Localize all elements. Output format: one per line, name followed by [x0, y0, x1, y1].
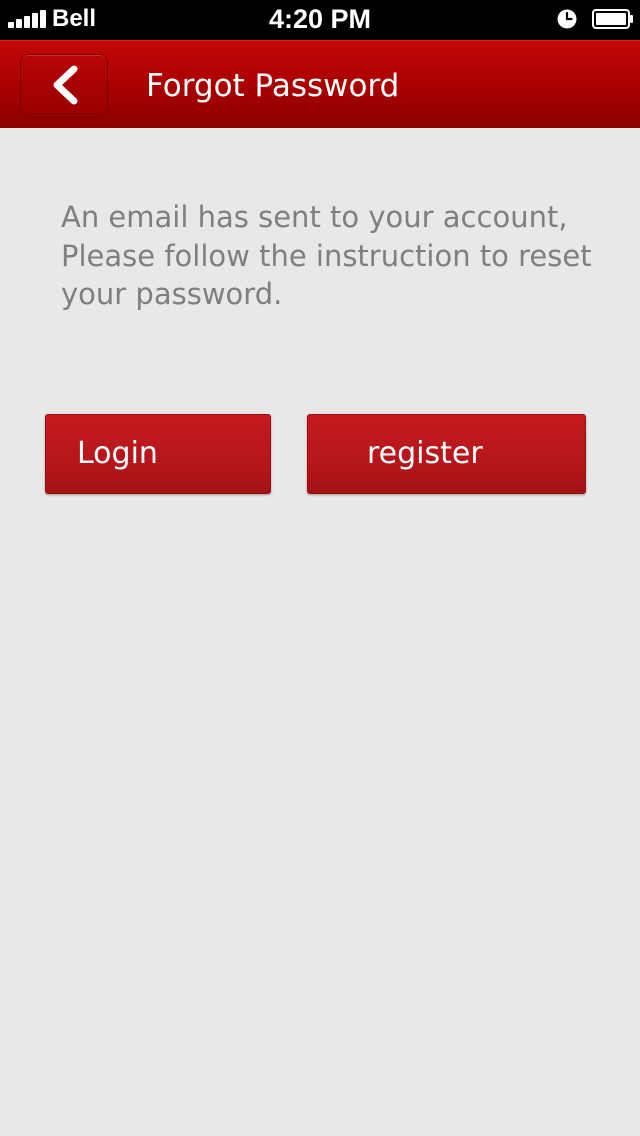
status-bar: Bell 4:20 PM: [0, 0, 640, 40]
alarm-icon: [557, 9, 577, 29]
status-time: 4:20 PM: [268, 4, 372, 34]
battery-icon: [592, 9, 633, 29]
nav-bar: Forgot Password: [0, 40, 640, 128]
back-button[interactable]: [20, 54, 108, 114]
confirmation-message: An email has sent to your account, Pleas…: [61, 200, 592, 311]
chevron-left-icon: [53, 65, 78, 105]
login-button[interactable]: Login: [45, 414, 271, 494]
page-title: Forgot Password: [146, 68, 400, 104]
register-button[interactable]: register: [307, 414, 586, 494]
